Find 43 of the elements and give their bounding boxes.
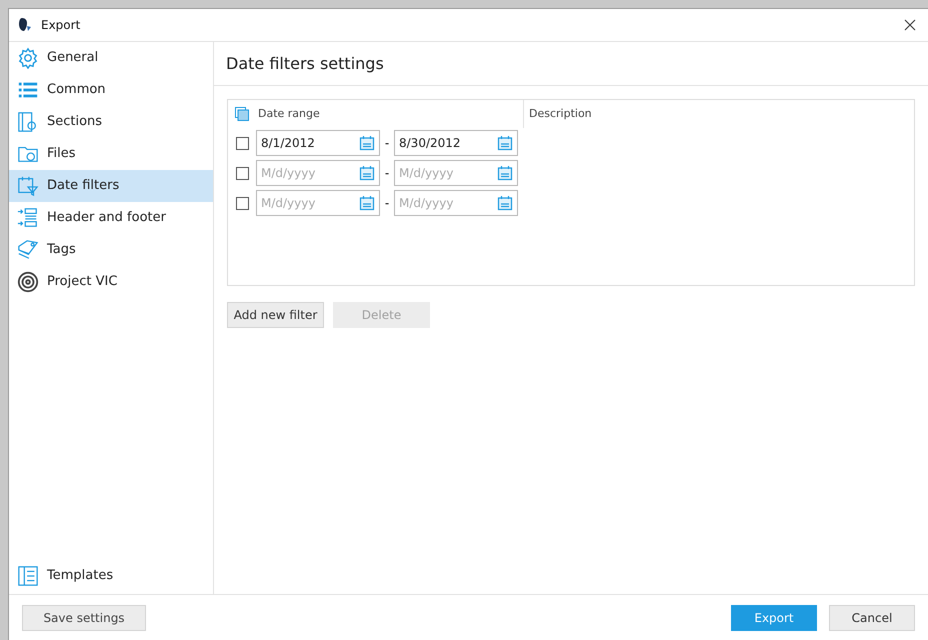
window-title: Export [41,17,82,34]
tags-icon [17,239,39,261]
action-button[interactable]: Add new filter [227,302,324,328]
sidebar-item[interactable]: Tags [9,234,213,266]
header-footer-icon [17,207,39,229]
select-all-icon[interactable] [235,107,249,121]
date-field[interactable]: M/d/yyyy [256,190,380,216]
close-icon [904,19,916,31]
row-checkbox[interactable] [236,136,248,150]
column-header: Date range [256,100,524,128]
date-field[interactable]: M/d/yyyy [256,160,380,186]
range-separator: - [384,165,390,182]
calendar-filter-icon [17,175,39,197]
sidebar-item[interactable]: General [9,42,213,74]
gear-icon [17,47,39,69]
sidebar-item[interactable]: Header and footer [9,202,213,234]
column-header: Description [528,106,592,122]
save-settings-button[interactable]: Save settings [22,604,146,630]
calendar-icon[interactable] [497,135,513,151]
range-separator: - [384,135,390,152]
footer-button[interactable]: Cancel [829,604,915,630]
page-title: Date filters settings [226,52,384,74]
calendar-icon[interactable] [497,165,513,181]
sidebar-item[interactable]: Sections [9,106,213,138]
range-separator: - [384,195,390,212]
sidebar-item[interactable]: Date filters [9,170,213,202]
sidebar-item[interactable]: Templates [9,560,213,592]
date-field[interactable]: M/d/yyyy [394,190,518,216]
date-field[interactable]: 8/1/2012 [256,130,380,156]
calendar-icon[interactable] [359,135,375,151]
calendar-icon[interactable] [359,195,375,211]
calendar-icon[interactable] [497,195,513,211]
list-page-icon [17,565,39,587]
row-checkbox[interactable] [236,166,248,180]
sidebar-item[interactable]: Files [9,138,213,170]
row-checkbox[interactable] [236,196,248,210]
sidebar-item[interactable]: Project VIC [9,266,213,298]
target-icon [17,271,39,293]
calendar-icon[interactable] [359,165,375,181]
date-field[interactable]: M/d/yyyy [394,160,518,186]
date-field[interactable]: 8/30/2012 [394,130,518,156]
app-logo-icon [17,17,33,33]
sidebar-item[interactable]: Common [9,74,213,106]
